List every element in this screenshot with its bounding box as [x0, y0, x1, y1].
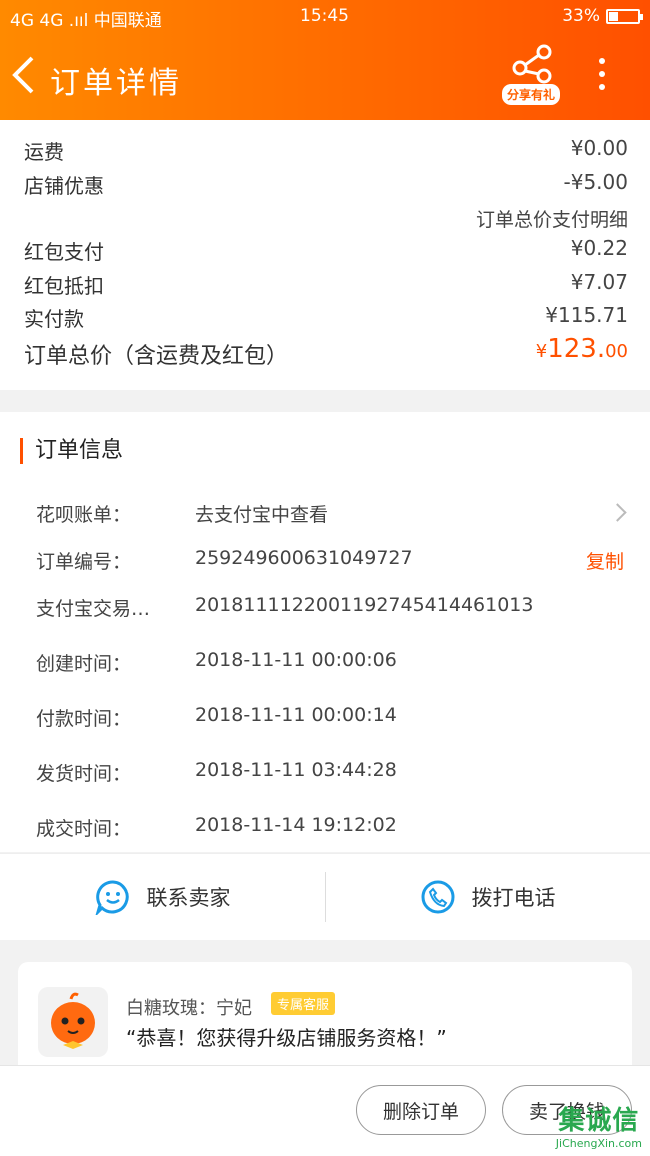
battery-icon: [606, 8, 643, 24]
price-row: 店铺优惠 -¥5.00: [24, 170, 628, 198]
sender-name: 白糖玫瑰：宁妃: [126, 998, 252, 1019]
contact-actions: 联系卖家 拨打电话: [0, 853, 650, 940]
price-row: 实付款 ¥115.71: [24, 303, 628, 331]
avatar: [38, 987, 108, 1057]
price-row: 红包支付 ¥0.22: [24, 236, 628, 264]
chevron-right-icon[interactable]: [608, 503, 627, 522]
contact-seller-button[interactable]: 联系卖家: [0, 854, 325, 940]
carrier-label: 中国联通: [93, 11, 162, 31]
share-badge: 分享有礼: [502, 84, 561, 105]
clock: 15:45: [300, 6, 349, 26]
paid-time: 2018-11-11 00:00:14: [195, 704, 397, 726]
shipped-time: 2018-11-11 03:44:28: [195, 759, 397, 781]
huabei-link[interactable]: 去支付宝中查看: [195, 500, 328, 527]
page-title: 订单详情: [50, 66, 182, 101]
share-icon: [512, 44, 552, 84]
mascot-avatar-icon: [51, 992, 95, 1049]
more-vertical-icon: [599, 58, 605, 64]
delete-order-button[interactable]: 删除订单: [356, 1085, 486, 1135]
price-row: 红包抵扣 ¥7.07: [24, 270, 628, 298]
back-button[interactable]: [10, 55, 36, 102]
info-label: 创建时间：: [36, 653, 132, 675]
chevron-left-icon: [12, 56, 34, 94]
info-label: 订单编号：: [36, 551, 132, 573]
total-value: ¥123.00: [535, 334, 628, 364]
watermark: 集诚信 JiChengXin.com: [556, 1100, 642, 1150]
order-number: 259249600631049727: [195, 547, 413, 569]
call-phone-label: 拨打电话: [471, 886, 556, 910]
service-badge: 专属客服: [271, 992, 336, 1015]
copy-button[interactable]: 复制: [586, 547, 624, 574]
total-label: 订单总价（含运费及红包）: [24, 344, 289, 369]
phone-icon: [421, 880, 454, 914]
chat-bubble-icon: [95, 880, 129, 915]
order-info-card: 订单信息 花呗账单： 去支付宝中查看 订单编号： 259249600631049…: [0, 412, 650, 852]
bottom-action-bar: 删除订单 卖了换钱 集诚信 JiChengXin.com: [0, 1065, 650, 1156]
info-label: 发货时间：: [36, 763, 132, 785]
created-time: 2018-11-11 00:00:06: [195, 649, 397, 671]
contact-seller-label: 联系卖家: [146, 886, 231, 910]
more-button[interactable]: [592, 58, 612, 94]
battery-label: 33%: [562, 6, 600, 26]
header: 4G 4G .ııl 中国联通 15:45 33% 订单详情 分享有礼: [0, 0, 650, 120]
info-label: 付款时间：: [36, 708, 132, 730]
share-button[interactable]: 分享有礼: [502, 44, 564, 106]
payment-detail-link[interactable]: 订单总价支付明细: [476, 205, 628, 232]
signal-icon: 4G 4G .ııl: [10, 11, 89, 31]
info-label: 花呗账单：: [36, 504, 132, 526]
price-row: 运费 ¥0.00: [24, 136, 628, 164]
section-title: 订单信息: [20, 438, 123, 464]
watermark-url: JiChengXin.com: [555, 1137, 642, 1150]
price-detail-card: 运费 ¥0.00 店铺优惠 -¥5.00 订单总价支付明细 红包支付 ¥0.22…: [0, 120, 650, 390]
info-label: 成交时间：: [36, 818, 132, 840]
watermark-brand: 集诚信: [558, 1106, 640, 1136]
completed-time: 2018-11-14 19:12:02: [195, 814, 397, 836]
message-text: “恭喜！您获得升级店铺服务资格！”: [126, 1026, 447, 1050]
info-label: 支付宝交易…: [36, 598, 151, 620]
status-bar: 4G 4G .ııl 中国联通 15:45 33%: [0, 0, 650, 32]
call-phone-button[interactable]: 拨打电话: [325, 854, 650, 940]
alipay-trade-number: 2018111122001192745414461013: [195, 594, 534, 616]
